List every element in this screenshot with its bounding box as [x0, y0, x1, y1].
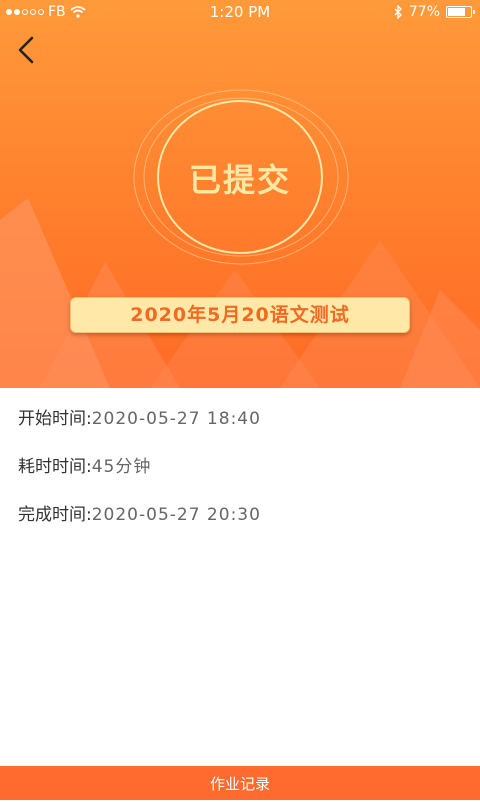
start-time-value: 2020-05-27 18:40 — [91, 409, 261, 429]
header-banner: FB 1:20 PM 77% 已提交 2020年5月20语文测试 — [0, 0, 480, 388]
battery-icon — [446, 6, 475, 18]
chevron-left-icon — [18, 36, 34, 64]
start-time-row: 开始时间:2020-05-27 18:40 — [18, 404, 261, 429]
duration-label: 耗时时间: — [18, 457, 92, 477]
duration-row: 耗时时间:45分钟 — [18, 452, 151, 477]
battery-percent: 77% — [408, 4, 440, 20]
status-bar: FB 1:20 PM 77% — [0, 0, 480, 24]
submission-status: 已提交 — [188, 161, 291, 199]
back-button[interactable] — [10, 30, 44, 70]
start-time-label: 开始时间: — [18, 409, 92, 429]
bluetooth-icon — [394, 5, 402, 19]
finish-time-value: 2020-05-27 20:30 — [91, 505, 261, 525]
homework-history-button[interactable]: 作业记录 — [0, 766, 480, 800]
finish-time-row: 完成时间:2020-05-27 20:30 — [18, 500, 261, 525]
assignment-title: 2020年5月20语文测试 — [70, 297, 410, 333]
finish-time-label: 完成时间: — [18, 505, 92, 525]
duration-value: 45分钟 — [91, 457, 152, 477]
